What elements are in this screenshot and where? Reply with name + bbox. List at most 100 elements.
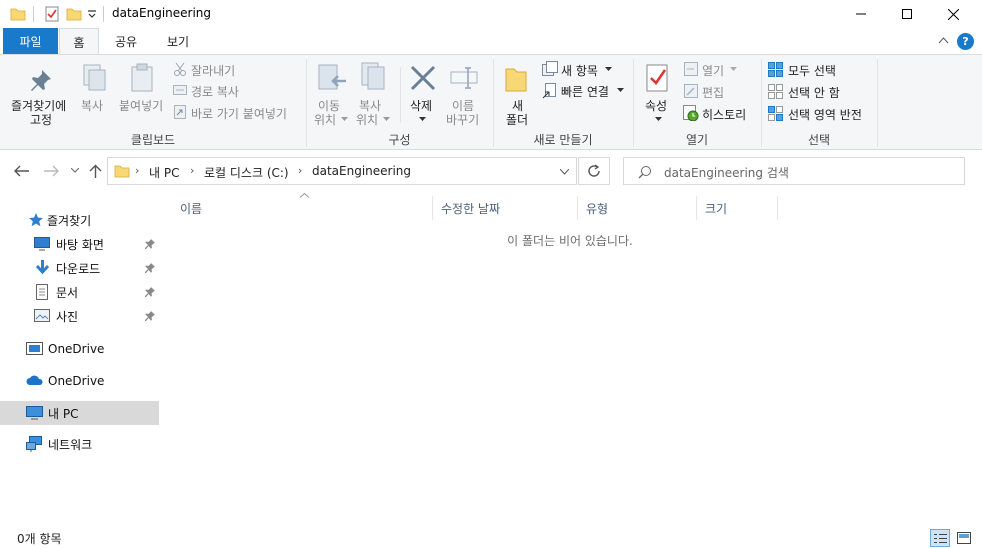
ribbon: 즐겨찾기에 고정 복사 붙여넣기 잘라내기 경로 복사 바로 가기 붙여넣기 클… (0, 54, 982, 150)
ribbon-divider (400, 67, 401, 123)
large-icons-view-button[interactable] (954, 529, 974, 547)
tab-home[interactable]: 홈 (59, 28, 99, 55)
paste-shortcut-button[interactable]: 바로 가기 붙여넣기 (191, 105, 287, 122)
edit-icon (684, 84, 698, 98)
details-view-icon (934, 534, 947, 543)
new-folder-large-icon (505, 68, 527, 92)
nav-label: 즐겨찾기 (47, 213, 92, 228)
scissors-icon (174, 62, 186, 76)
invert-selection-button[interactable]: 선택 영역 반전 (788, 106, 862, 123)
paste-shortcut-icon (174, 105, 186, 119)
column-label: 수정한 날짜 (441, 201, 501, 216)
folder-icon (10, 8, 26, 21)
pin-icon[interactable] (145, 311, 155, 321)
forward-arrow-icon[interactable] (43, 165, 59, 177)
new-folder-line2[interactable]: 폴더 (506, 111, 528, 128)
move-to-icon (318, 64, 346, 90)
tab-share[interactable]: 공유 (105, 28, 147, 54)
nav-label: 사진 (56, 309, 79, 324)
pin-icon (31, 70, 51, 91)
ribbon-divider (877, 59, 878, 147)
history-button[interactable]: 히스토리 (702, 106, 746, 123)
copy-path-button[interactable]: 경로 복사 (191, 83, 239, 100)
select-all-button[interactable]: 모두 선택 (788, 62, 836, 79)
copy-icon (83, 64, 106, 91)
search-placeholder: dataEngineering 검색 (664, 166, 789, 180)
select-group-label: 선택 (807, 133, 831, 147)
nav-network[interactable]: 네트워크 (0, 433, 160, 455)
cut-button[interactable]: 잘라내기 (191, 62, 235, 79)
desktop-icon (34, 237, 50, 251)
copy-button[interactable]: 복사 (81, 97, 103, 114)
new-folder-icon[interactable] (66, 6, 82, 22)
open-button[interactable]: 열기 (702, 62, 724, 79)
recent-locations-chevron-icon[interactable] (71, 168, 79, 174)
window-title: dataEngineering (112, 6, 212, 20)
maximize-button[interactable] (884, 0, 930, 28)
address-dropdown-chevron-icon[interactable] (560, 169, 569, 175)
back-arrow-icon[interactable] (14, 165, 30, 177)
move-to-line2[interactable]: 위치 (314, 111, 336, 128)
breadcrumb-this-pc[interactable]: 내 PC (149, 164, 179, 181)
address-bar[interactable]: › 내 PC › 로컬 디스크 (C:) › dataEngineering (107, 157, 577, 185)
copy-to-line2[interactable]: 위치 (356, 111, 378, 128)
paste-icon (131, 63, 153, 92)
column-header-type[interactable]: 유형 (579, 196, 697, 220)
nav-label: 네트워크 (48, 437, 93, 452)
new-item-button[interactable]: 새 항목 (561, 62, 598, 79)
customize-dropdown-icon[interactable] (88, 10, 97, 19)
column-header-modified[interactable]: 수정한 날짜 (434, 196, 578, 220)
easy-access-button[interactable]: 빠른 연결 (561, 83, 609, 100)
refresh-button[interactable] (578, 157, 610, 185)
search-box[interactable]: dataEngineering 검색 (623, 157, 965, 185)
nav-pictures[interactable]: 사진 (0, 305, 160, 327)
nav-onedrive[interactable]: OneDrive (0, 370, 160, 392)
ribbon-tabs: 파일 홈 공유 보기 ? (0, 28, 982, 55)
nav-this-pc[interactable]: 내 PC (0, 401, 159, 425)
star-icon (29, 213, 43, 227)
pin-button-line2[interactable]: 고정 (30, 111, 52, 128)
empty-folder-message: 이 폴더는 비어 있습니다. (507, 234, 633, 248)
search-icon (638, 166, 651, 179)
pin-icon[interactable] (145, 287, 155, 297)
properties-check-icon[interactable] (44, 6, 60, 22)
delete-button[interactable]: 삭제 (410, 97, 432, 114)
up-arrow-icon[interactable] (89, 164, 102, 179)
item-count: 0개 항목 (17, 532, 62, 546)
pin-icon[interactable] (145, 263, 155, 273)
column-header-size[interactable]: 크기 (698, 196, 778, 220)
close-button[interactable] (930, 0, 976, 28)
select-none-icon (768, 84, 783, 99)
cloud-icon (26, 375, 43, 385)
copy-to-icon (361, 62, 385, 90)
chevron-down-icon (383, 117, 390, 121)
nav-quick-access[interactable]: 즐겨찾기 (0, 209, 160, 231)
nav-documents[interactable]: 문서 (0, 281, 160, 303)
details-view-button[interactable] (930, 529, 950, 547)
tab-view[interactable]: 보기 (157, 28, 199, 54)
nav-desktop[interactable]: 바탕 화면 (0, 233, 160, 255)
document-icon (36, 284, 48, 300)
computer-icon (26, 406, 43, 420)
rename-line2[interactable]: 바꾸기 (446, 111, 479, 128)
nav-downloads[interactable]: 다운로드 (0, 257, 160, 279)
select-all-icon (768, 62, 783, 77)
nav-label: OneDrive (48, 374, 105, 388)
folder-icon (114, 165, 130, 178)
organize-group-label: 구성 (388, 133, 411, 147)
help-icon[interactable]: ? (957, 33, 974, 50)
nav-onedrive-personal[interactable]: OneDrive (0, 338, 160, 360)
edit-button[interactable]: 편집 (702, 84, 724, 101)
column-header-name[interactable]: 이름 (173, 196, 433, 220)
breadcrumb-current-folder[interactable]: dataEngineering (312, 164, 411, 178)
chevron-up-icon[interactable] (938, 36, 949, 44)
download-arrow-icon (36, 260, 49, 275)
select-none-button[interactable]: 선택 안 함 (788, 84, 840, 101)
breadcrumb-local-disk[interactable]: 로컬 디스크 (C:) (204, 164, 289, 181)
properties-button[interactable]: 속성 (645, 97, 667, 114)
pin-icon[interactable] (145, 239, 155, 249)
tab-file[interactable]: 파일 (3, 28, 58, 54)
paste-button[interactable]: 붙여넣기 (119, 97, 163, 114)
column-label: 유형 (586, 201, 609, 216)
minimize-button[interactable] (838, 0, 884, 28)
